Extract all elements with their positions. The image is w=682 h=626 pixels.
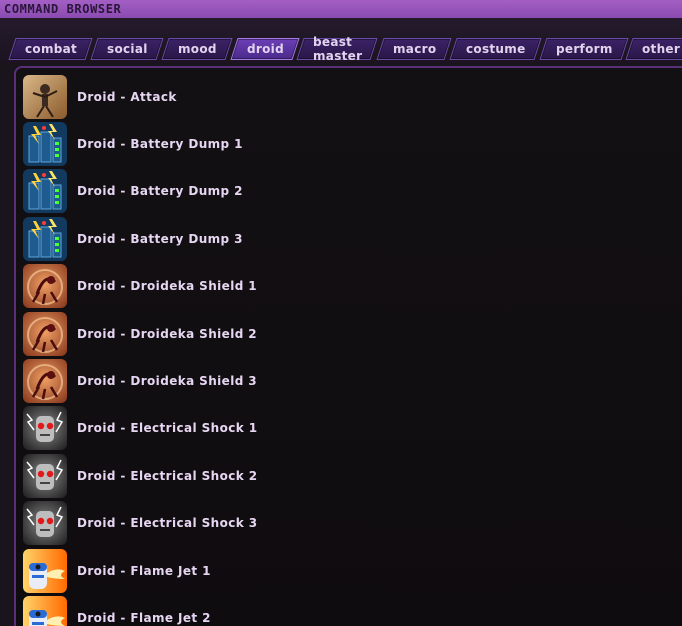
title-bar[interactable]: COMMAND BROWSER — [0, 0, 682, 19]
command-list: Droid - Attack Droid - Battery Dump 1 Dr… — [23, 73, 663, 626]
tab-mood[interactable]: mood — [161, 38, 233, 60]
command-label: Droid - Flame Jet 1 — [77, 563, 211, 578]
command-item[interactable]: Droid - Flame Jet 1 — [23, 547, 663, 594]
tab-label: costume — [466, 42, 526, 56]
battery-dump-icon — [23, 122, 67, 167]
command-label: Droid - Battery Dump 2 — [77, 184, 243, 199]
tab-label: social — [107, 42, 148, 56]
command-item[interactable]: Droid - Attack — [23, 73, 663, 120]
tab-bar: combat social mood droid beast master macro co… — [0, 18, 682, 64]
command-label: Droid - Electrical Shock 3 — [77, 516, 258, 531]
command-item[interactable]: Droid - Droideka Shield 3 — [23, 357, 663, 404]
command-label: Droid - Droideka Shield 1 — [77, 279, 258, 294]
electrical-shock-icon — [23, 453, 67, 498]
command-item[interactable]: Droid - Electrical Shock 1 — [23, 405, 663, 452]
droideka-shield-icon — [23, 359, 67, 404]
tab-macro[interactable]: macro — [376, 38, 452, 60]
flame-jet-icon — [23, 548, 67, 593]
flame-jet-icon — [23, 595, 67, 626]
droideka-shield-icon — [23, 264, 67, 309]
command-item[interactable]: Droid - Electrical Shock 2 — [23, 452, 663, 499]
battery-dump-icon — [23, 216, 67, 261]
command-label: Droid - Flame Jet 2 — [77, 610, 211, 625]
command-item[interactable]: Droid - Flame Jet 2 — [23, 594, 663, 626]
command-label: Droid - Electrical Shock 1 — [77, 421, 258, 436]
tab-costume[interactable]: costume — [449, 38, 542, 60]
tab-beast-master[interactable]: beast master — [296, 35, 379, 63]
tab-combat[interactable]: combat — [8, 38, 93, 60]
command-label: Droid - Electrical Shock 2 — [77, 468, 258, 483]
electrical-shock-icon — [23, 406, 67, 451]
droideka-shield-icon — [23, 311, 67, 356]
command-item[interactable]: Droid - Droideka Shield 1 — [23, 263, 663, 310]
tab-label: other — [642, 42, 681, 56]
command-label: Droid - Droideka Shield 2 — [77, 326, 258, 341]
window-title: COMMAND BROWSER — [4, 2, 122, 16]
electrical-shock-icon — [23, 501, 67, 546]
tab-label: perform — [555, 42, 613, 56]
tab-label: combat — [25, 42, 78, 56]
tab-label: macro — [392, 42, 437, 56]
command-item[interactable]: Droid - Battery Dump 3 — [23, 215, 663, 262]
command-label: Droid - Droideka Shield 3 — [77, 374, 258, 389]
attack-droid-icon — [23, 74, 67, 119]
category-tabs: combat social mood droid beast master macro co… — [8, 35, 682, 63]
tab-label: beast master — [313, 35, 363, 63]
command-browser-window: COMMAND BROWSER combat social mood droid bea… — [0, 0, 682, 626]
tab-droid[interactable]: droid — [229, 38, 300, 60]
command-item[interactable]: Droid - Electrical Shock 3 — [23, 500, 663, 547]
command-label: Droid - Battery Dump 1 — [77, 137, 243, 152]
command-list-panel: Droid - Attack Droid - Battery Dump 1 Dr… — [14, 66, 682, 626]
command-item[interactable]: Droid - Droideka Shield 2 — [23, 310, 663, 357]
tab-other[interactable]: other — [625, 38, 682, 60]
command-item[interactable]: Droid - Battery Dump 1 — [23, 120, 663, 167]
command-item[interactable]: Droid - Battery Dump 2 — [23, 168, 663, 215]
tab-label: droid — [246, 42, 284, 56]
command-label: Droid - Battery Dump 3 — [77, 231, 243, 246]
battery-dump-icon — [23, 169, 67, 214]
tab-perform[interactable]: perform — [539, 38, 628, 60]
tab-label: mood — [177, 42, 217, 56]
tab-social[interactable]: social — [90, 38, 164, 60]
command-label: Droid - Attack — [77, 89, 177, 104]
